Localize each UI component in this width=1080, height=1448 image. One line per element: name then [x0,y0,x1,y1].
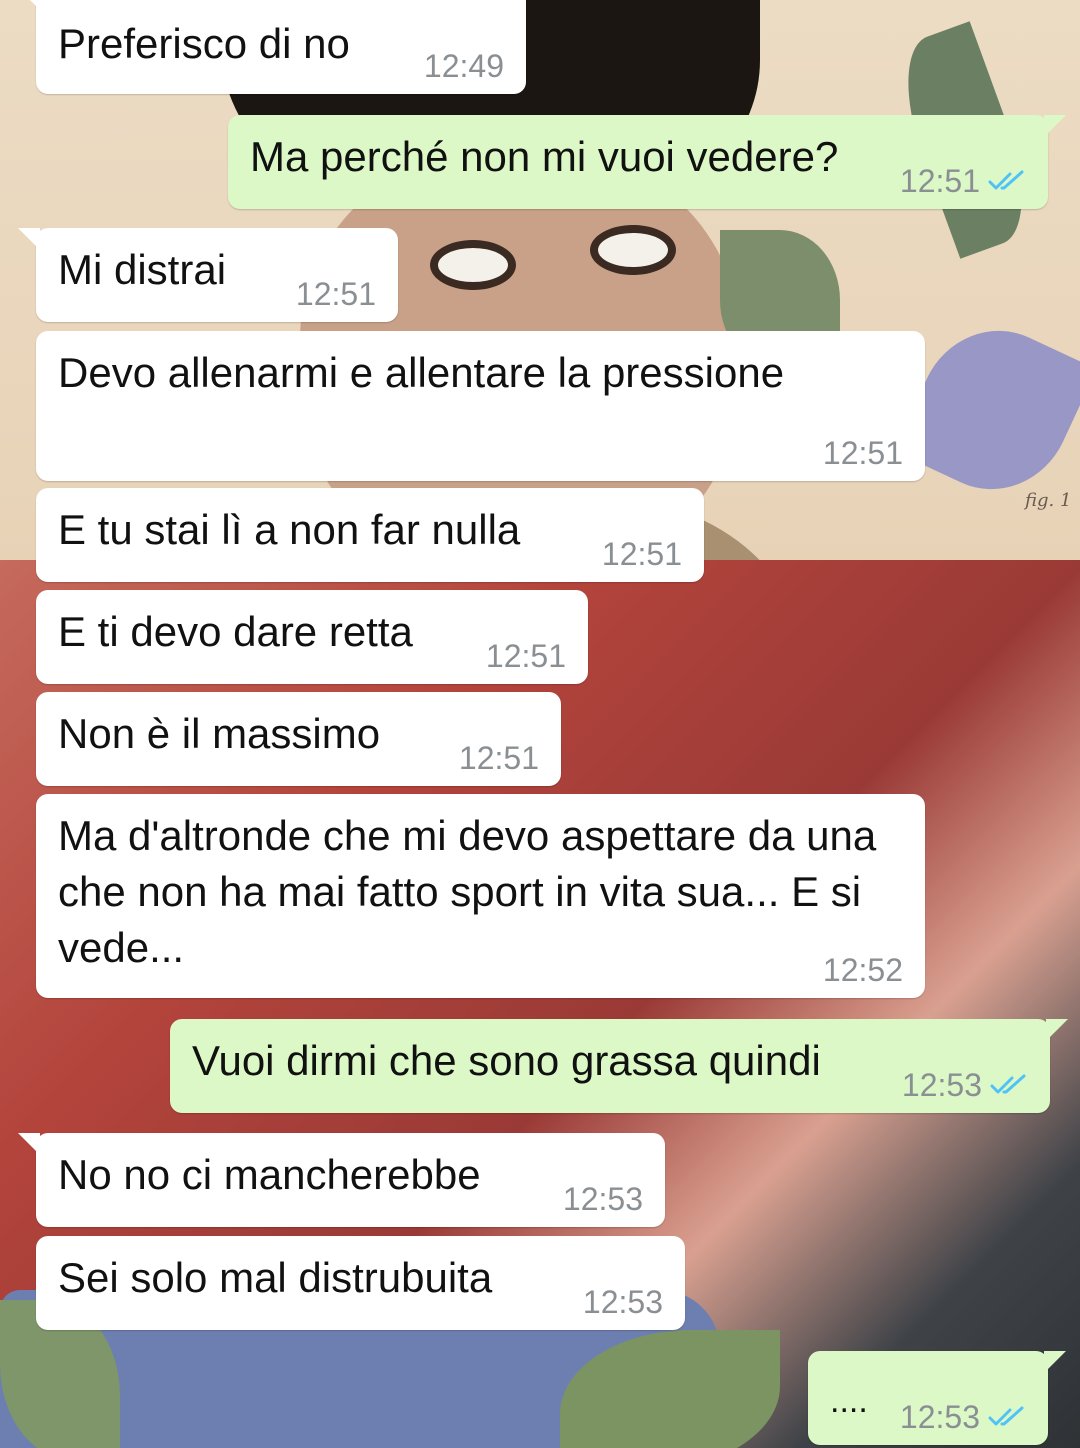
message-text: Ma d'altronde che mi devo aspettare da u… [58,812,877,971]
message-time: 12:52 [822,952,903,988]
incoming-message[interactable]: Sei solo mal distrubuita 12:53 [36,1236,685,1330]
message-text: Vuoi dirmi che sono grassa quindi [192,1037,821,1084]
message-text: Non è il massimo [58,710,381,757]
message-time: 12:51 [458,740,539,776]
message-time: 12:51 [295,276,376,312]
message-time: 12:51 [899,163,980,199]
incoming-message[interactable]: Ma d'altronde che mi devo aspettare da u… [36,794,925,998]
outgoing-message[interactable]: Vuoi dirmi che sono grassa quindi 12:53 [170,1019,1068,1113]
message-time: 12:51 [601,536,682,572]
message-text: .... [830,1382,868,1420]
message-text: Ma perché non mi vuoi vedere? [250,133,839,180]
double-check-read-icon [988,170,1024,190]
message-time: 12:51 [485,638,566,674]
double-check-read-icon [988,1406,1024,1426]
message-list[interactable]: Preferisco di no 12:49 Ma perché non mi … [0,0,1080,1448]
incoming-message[interactable]: Mi distrai 12:51 [18,228,398,322]
message-text: E ti devo dare retta [58,608,413,655]
incoming-message[interactable]: No no ci mancherebbe 12:53 [18,1133,665,1227]
double-check-read-icon [990,1074,1026,1094]
incoming-message[interactable]: Non è il massimo 12:51 [36,692,561,786]
incoming-message[interactable]: E tu stai lì a non far nulla 12:51 [36,488,704,582]
incoming-message[interactable]: Preferisco di no 12:49 [18,0,526,94]
message-time: 12:53 [582,1284,663,1320]
incoming-message[interactable]: Devo allenarmi e allentare la pressione … [36,331,925,481]
message-text: Preferisco di no [58,20,350,67]
outgoing-message[interactable]: .... 12:53 [808,1351,1066,1445]
message-time: 12:53 [562,1181,643,1217]
message-text: Sei solo mal distrubuita [58,1254,493,1301]
message-time: 12:51 [822,435,903,471]
outgoing-message[interactable]: Ma perché non mi vuoi vedere? 12:51 [228,115,1066,209]
message-text: No no ci mancherebbe [58,1151,481,1198]
message-text: Mi distrai [58,246,227,293]
message-time: 12:53 [899,1399,980,1435]
message-text: E tu stai lì a non far nulla [58,506,521,553]
message-time: 12:53 [901,1067,982,1103]
message-time: 12:49 [423,48,504,84]
message-text: Devo allenarmi e allentare la pressione [58,349,785,396]
incoming-message[interactable]: E ti devo dare retta 12:51 [36,590,588,684]
